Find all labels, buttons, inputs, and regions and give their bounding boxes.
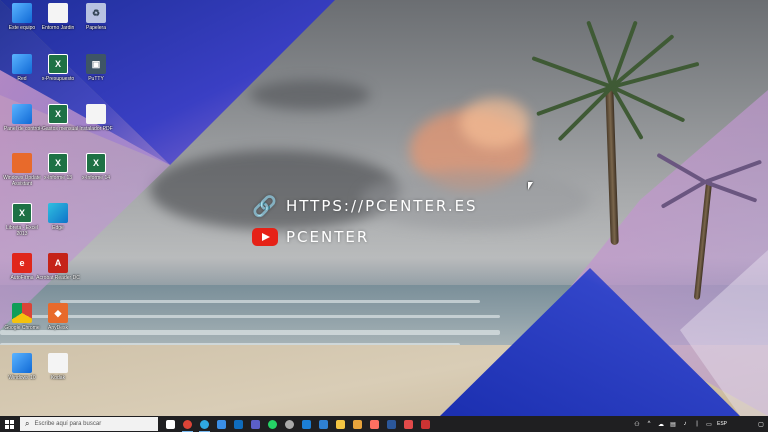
taskbar-edge-icon[interactable] bbox=[196, 416, 213, 432]
paint-icon bbox=[370, 419, 379, 429]
store-icon bbox=[217, 419, 226, 429]
edge-icon bbox=[200, 419, 209, 429]
onedrive-icon bbox=[319, 419, 328, 429]
snip-icon bbox=[404, 419, 413, 429]
taskbar-store-icon[interactable] bbox=[213, 416, 230, 432]
desktop-icon-putty[interactable]: ▣ PuTTY bbox=[74, 54, 118, 82]
taskbar-teams-icon[interactable] bbox=[247, 416, 264, 432]
excel-icon: X bbox=[12, 203, 32, 223]
windows-icon bbox=[12, 153, 32, 173]
volume-icon[interactable]: ♪ bbox=[681, 421, 689, 427]
taskbar-paint-icon[interactable] bbox=[366, 416, 383, 432]
document-icon bbox=[48, 353, 68, 373]
battery-icon[interactable]: ▭ bbox=[705, 421, 713, 428]
search-icon: ⌕ bbox=[25, 419, 30, 428]
chevron-up-icon[interactable]: ^ bbox=[645, 421, 653, 427]
pc-icon bbox=[12, 3, 32, 23]
desktop-icon-kodak[interactable]: Kodak bbox=[36, 353, 80, 381]
windows-logo-icon bbox=[4, 419, 14, 429]
video-icon bbox=[421, 419, 430, 429]
control-panel-icon bbox=[12, 104, 32, 124]
language-indicator[interactable]: ESP bbox=[717, 421, 727, 427]
network-icon bbox=[12, 54, 32, 74]
mail-icon bbox=[234, 419, 243, 429]
desktop-icon-instalador-pdf[interactable]: Instalador PDF bbox=[74, 104, 118, 132]
task-view-icon bbox=[166, 419, 175, 429]
recycle-bin-icon: ♻ bbox=[86, 3, 106, 23]
youtube-icon bbox=[252, 228, 278, 246]
search-placeholder: Escribe aquí para buscar bbox=[34, 421, 102, 427]
system-tray: ⚇ ^ ☁ ▤ ♪ | ▭ ESP ▢ bbox=[633, 421, 768, 428]
mouse-cursor bbox=[528, 182, 533, 190]
taskbar-mail-icon[interactable] bbox=[230, 416, 247, 432]
people-icon[interactable]: ⚇ bbox=[633, 421, 641, 428]
channel-name-text: PCENTER bbox=[286, 228, 370, 246]
link-icon: 🔗 bbox=[252, 194, 279, 218]
desktop-icon-anydesk[interactable]: ◆ AnyDesk bbox=[36, 303, 80, 331]
excel-icon: X bbox=[86, 153, 106, 173]
onedrive-tray-icon[interactable]: ☁ bbox=[657, 421, 665, 428]
desktop-icon-x-informe-14[interactable]: X x-Informe 14 bbox=[74, 153, 118, 181]
taskbar-whatsapp-icon[interactable] bbox=[264, 416, 281, 432]
edge-icon bbox=[48, 203, 68, 223]
network-tray-icon[interactable]: ▤ bbox=[669, 421, 677, 428]
taskbar-word-icon[interactable] bbox=[383, 416, 400, 432]
pdf-icon: A bbox=[48, 253, 68, 273]
taskbar-apps bbox=[162, 416, 434, 432]
explorer-icon bbox=[336, 419, 345, 429]
excel-icon: X bbox=[48, 153, 68, 173]
chrome-icon bbox=[12, 303, 32, 323]
chrome-icon bbox=[183, 419, 192, 429]
website-url-text: HTTPS://PCENTER.ES bbox=[286, 197, 478, 215]
channel-banner: PCENTER bbox=[252, 228, 369, 246]
word-icon bbox=[387, 419, 396, 429]
maps-icon bbox=[353, 419, 362, 429]
anydesk-icon: ◆ bbox=[48, 303, 68, 323]
taskbar-settings-icon[interactable] bbox=[281, 416, 298, 432]
taskbar-photos-icon[interactable] bbox=[298, 416, 315, 432]
windows-icon bbox=[12, 353, 32, 373]
taskbar-video-icon[interactable] bbox=[417, 416, 434, 432]
taskbar: ⌕ Escribe aquí para buscar ⚇ ^ ☁ ▤ ♪ | ▭… bbox=[0, 416, 768, 432]
website-url-banner: 🔗 HTTPS://PCENTER.ES bbox=[252, 194, 478, 218]
taskbar-snip-icon[interactable] bbox=[400, 416, 417, 432]
whatsapp-icon bbox=[268, 419, 277, 429]
settings-icon bbox=[285, 419, 294, 429]
microphone-icon[interactable]: | bbox=[693, 421, 701, 427]
start-button[interactable] bbox=[0, 416, 18, 432]
taskbar-onedrive-icon[interactable] bbox=[315, 416, 332, 432]
document-icon bbox=[86, 104, 106, 124]
putty-icon: ▣ bbox=[86, 54, 106, 74]
photos-icon bbox=[302, 419, 311, 429]
document-icon bbox=[48, 3, 68, 23]
teams-icon bbox=[251, 419, 260, 429]
notifications-icon[interactable]: ▢ bbox=[757, 421, 765, 428]
taskbar-chrome-icon[interactable] bbox=[179, 416, 196, 432]
desktop-icon-papelera[interactable]: ♻ Papelera bbox=[74, 3, 118, 31]
excel-icon: X bbox=[48, 54, 68, 74]
desktop-icon-edge[interactable]: Edge bbox=[36, 203, 80, 231]
desktop-icon-acrobat[interactable]: A Acrobat Reader DC bbox=[36, 253, 80, 281]
taskbar-search-box[interactable]: ⌕ Escribe aquí para buscar bbox=[20, 417, 158, 431]
taskbar-task-view-icon[interactable] bbox=[162, 416, 179, 432]
autofirma-icon: e bbox=[12, 253, 32, 273]
excel-icon: X bbox=[48, 104, 68, 124]
taskbar-explorer-icon[interactable] bbox=[332, 416, 349, 432]
taskbar-maps-icon[interactable] bbox=[349, 416, 366, 432]
